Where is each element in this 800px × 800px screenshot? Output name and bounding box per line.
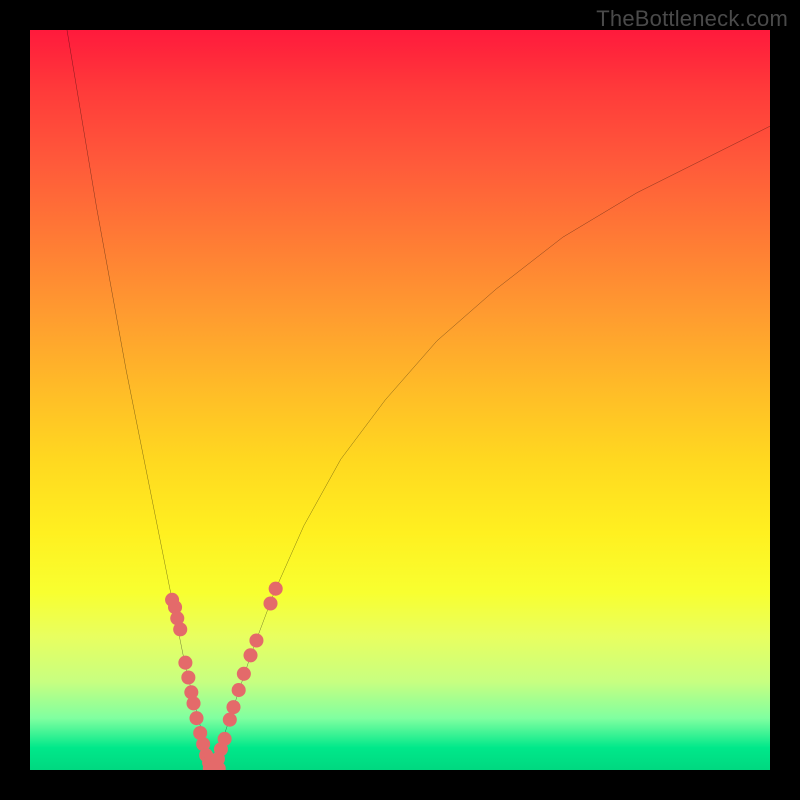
chart-svg: [30, 30, 770, 770]
data-point: [226, 700, 240, 714]
data-point: [173, 622, 187, 636]
scatter-right: [208, 582, 283, 770]
data-point: [243, 648, 257, 662]
data-point: [269, 582, 283, 596]
data-point: [263, 596, 277, 610]
data-point: [189, 711, 203, 725]
scatter-bottom: [203, 761, 226, 770]
plot-area: [30, 30, 770, 770]
data-point: [223, 713, 237, 727]
chart-frame: TheBottleneck.com: [0, 0, 800, 800]
right-curve: [211, 126, 770, 770]
scatter-left: [165, 593, 219, 770]
data-point: [178, 656, 192, 670]
watermark-text: TheBottleneck.com: [596, 6, 788, 32]
data-point: [237, 667, 251, 681]
data-point: [218, 732, 232, 746]
data-point: [232, 683, 246, 697]
data-point: [249, 633, 263, 647]
data-point: [181, 670, 195, 684]
data-point: [187, 696, 201, 710]
